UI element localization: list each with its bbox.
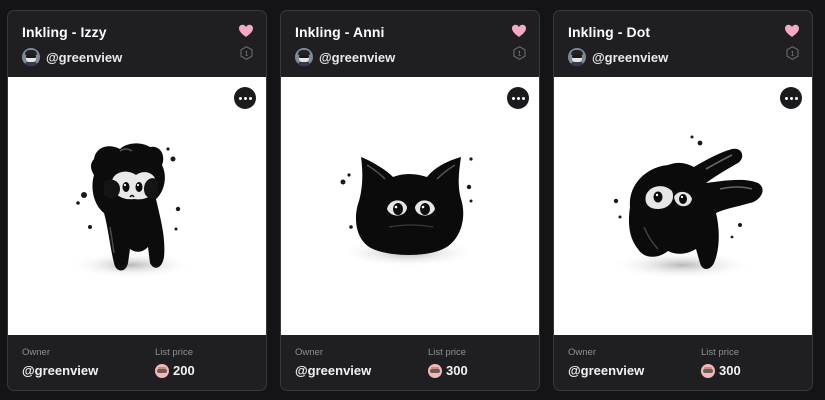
owner-label: Owner (568, 347, 596, 358)
creator-row[interactable]: @greenview (295, 47, 525, 67)
more-options-icon[interactable] (780, 87, 802, 109)
token-icon (155, 364, 169, 378)
price-section: List price 300 (701, 347, 741, 379)
edition-number: 1 (245, 51, 249, 58)
owner-section: Owner @greenview (22, 347, 98, 379)
nft-card-izzy[interactable]: Inkling - Izzy @greenview 1 Owner @green… (7, 10, 267, 391)
edition-hexagon-icon: 1 (240, 46, 253, 60)
price-label: List price (155, 347, 194, 358)
card-header: Inkling - Dot @greenview 1 (554, 11, 812, 77)
card-header: Inkling - Anni @greenview 1 (281, 11, 539, 77)
token-icon (428, 364, 442, 378)
price-value: 300 (719, 363, 741, 378)
owner-name[interactable]: @greenview (568, 363, 644, 379)
card-header: Inkling - Izzy @greenview 1 (8, 11, 266, 77)
heart-icon[interactable] (511, 23, 527, 39)
edition-number: 1 (791, 51, 795, 58)
avatar[interactable] (568, 48, 586, 66)
card-footer: Owner @greenview List price 300 (281, 335, 539, 390)
artwork-image[interactable] (281, 77, 539, 335)
owner-name[interactable]: @greenview (295, 363, 371, 379)
price-value: 200 (173, 363, 195, 378)
owner-label: Owner (22, 347, 50, 358)
more-options-icon[interactable] (234, 87, 256, 109)
price-section: List price 200 (155, 347, 195, 379)
heart-icon[interactable] (784, 23, 800, 39)
token-icon (701, 364, 715, 378)
edition-hexagon-icon: 1 (513, 46, 526, 60)
creator-row[interactable]: @greenview (22, 47, 252, 67)
ink-creature-dot-illustration (610, 135, 763, 279)
card-title[interactable]: Inkling - Izzy (22, 23, 252, 41)
nft-card-grid: Inkling - Izzy @greenview 1 Owner @green… (0, 0, 825, 400)
creator-row[interactable]: @greenview (568, 47, 798, 67)
more-options-icon[interactable] (507, 87, 529, 109)
owner-label: Owner (295, 347, 323, 358)
card-title[interactable]: Inkling - Dot (568, 23, 798, 41)
nft-card-anni[interactable]: Inkling - Anni @greenview 1 Owner @green… (280, 10, 540, 391)
creator-name[interactable]: @greenview (592, 50, 668, 65)
nft-card-dot[interactable]: Inkling - Dot @greenview 1 Owner @greenv… (553, 10, 813, 391)
artwork-image[interactable] (8, 77, 266, 335)
artwork-image[interactable] (554, 77, 812, 335)
price-value: 300 (446, 363, 468, 378)
price-section: List price 300 (428, 347, 468, 379)
creator-name[interactable]: @greenview (46, 50, 122, 65)
owner-name[interactable]: @greenview (22, 363, 98, 379)
avatar[interactable] (295, 48, 313, 66)
owner-section: Owner @greenview (568, 347, 644, 379)
ink-creature-anni-illustration (338, 157, 478, 267)
ink-creature-izzy-illustration (69, 143, 193, 278)
edition-number: 1 (518, 51, 522, 58)
card-footer: Owner @greenview List price 300 (554, 335, 812, 390)
creator-name[interactable]: @greenview (319, 50, 395, 65)
avatar[interactable] (22, 48, 40, 66)
owner-section: Owner @greenview (295, 347, 371, 379)
heart-icon[interactable] (238, 23, 254, 39)
card-footer: Owner @greenview List price 200 (8, 335, 266, 390)
price-label: List price (428, 347, 467, 358)
card-title[interactable]: Inkling - Anni (295, 23, 525, 41)
edition-hexagon-icon: 1 (786, 46, 799, 60)
price-label: List price (701, 347, 740, 358)
